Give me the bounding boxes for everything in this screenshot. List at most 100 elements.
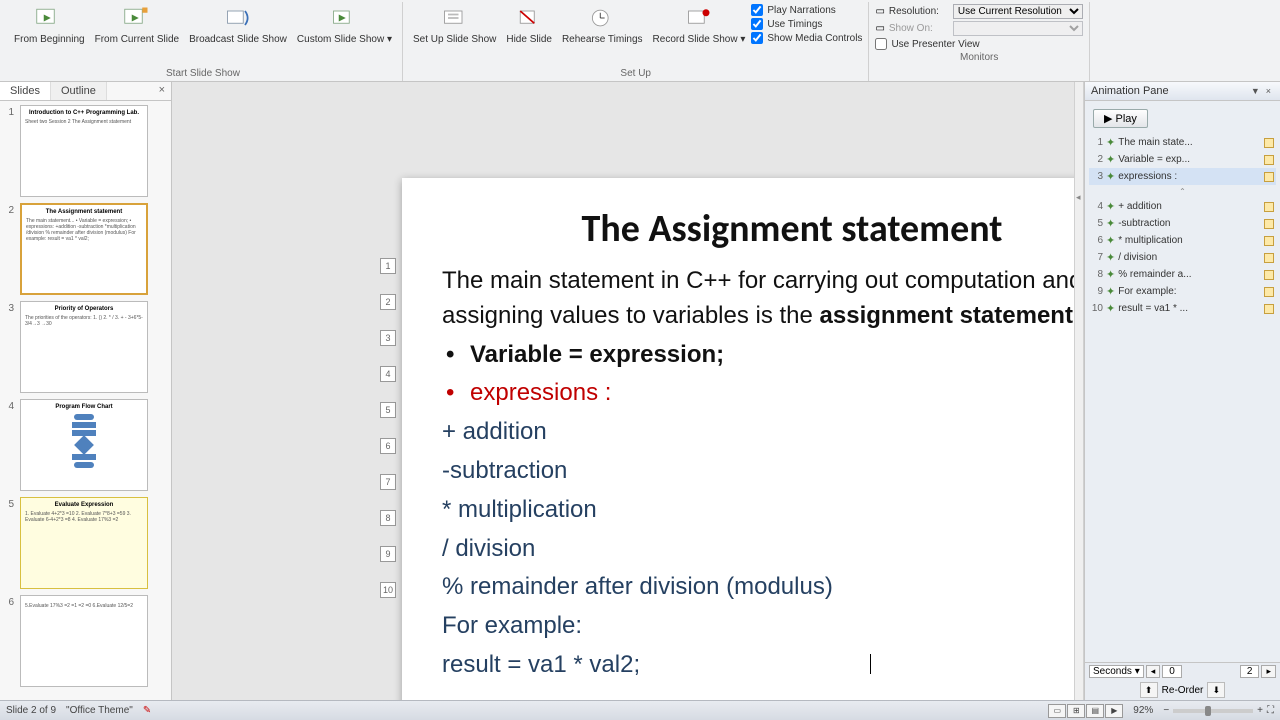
clock-icon [586, 4, 618, 32]
bullet-expressions: expressions : [442, 376, 1074, 411]
anim-pane-dropdown[interactable]: ▼ [1248, 86, 1263, 96]
slide-title[interactable]: The Assignment statement [442, 206, 1074, 252]
anim-duration-bar [1264, 138, 1274, 148]
text-cursor [870, 654, 871, 674]
slide-body[interactable]: The main statement in C++ for carrying o… [442, 264, 1074, 683]
rehearse-button[interactable]: Rehearse Timings [558, 2, 647, 47]
resolution-label: Resolution: [889, 6, 949, 17]
showon-select[interactable] [953, 21, 1083, 36]
anim-marker[interactable]: 6 [380, 438, 396, 454]
custom-show-button[interactable]: Custom Slide Show ▾ [293, 2, 396, 47]
zoom-fit[interactable]: ⛶ [1267, 705, 1274, 716]
resolution-select[interactable]: Use Current Resolution [953, 4, 1083, 19]
zoom-controls: − + ⛶ [1163, 705, 1274, 716]
anim-item[interactable]: 9✦For example: [1089, 283, 1276, 300]
anim-duration-bar [1264, 172, 1274, 182]
anim-duration-bar [1264, 287, 1274, 297]
slides-panel-close[interactable]: × [153, 82, 171, 100]
custom-show-icon [328, 4, 360, 32]
anim-list[interactable]: 1✦The main state...2✦Variable = exp...3✦… [1085, 132, 1280, 662]
anim-marker[interactable]: 9 [380, 546, 396, 562]
anim-marker[interactable]: 7 [380, 474, 396, 490]
group-label-monitors: Monitors [875, 50, 1082, 65]
zoom-level[interactable]: 92% [1133, 705, 1153, 716]
slide-canvas[interactable]: The Assignment statement The main statem… [402, 178, 1074, 700]
tab-outline[interactable]: Outline [51, 82, 107, 100]
anim-play-row: ▶ Play [1093, 109, 1272, 128]
seconds-button[interactable]: Seconds ▾ [1089, 665, 1144, 678]
anim-marker[interactable]: 1 [380, 258, 396, 274]
ribbon-group-setup: Set Up Slide Show Hide Slide Rehearse Ti… [403, 2, 869, 81]
tab-slides[interactable]: Slides [0, 82, 51, 100]
slide-thumb-item[interactable]: 4Program Flow Chart [4, 399, 167, 491]
play-narrations-check[interactable]: Play Narrations [751, 4, 862, 16]
anim-item[interactable]: 7✦/ division [1089, 249, 1276, 266]
play-button[interactable]: ▶ Play [1093, 109, 1148, 128]
anim-item[interactable]: 1✦The main state... [1089, 134, 1276, 151]
anim-item[interactable]: 3✦expressions : [1089, 168, 1276, 185]
animation-pane: Animation Pane ▼ × ▶ Play 1✦The main sta… [1084, 82, 1280, 700]
anim-item[interactable]: 5✦-subtraction [1089, 215, 1276, 232]
broadcast-button[interactable]: Broadcast Slide Show [185, 2, 291, 47]
hide-slide-button[interactable]: Hide Slide [502, 2, 556, 47]
from-beginning-button[interactable]: From Beginning [10, 2, 89, 47]
timeline-end: 2 [1240, 665, 1260, 678]
line-result: result = va1 * val2; [442, 648, 1074, 683]
slide-editor[interactable]: 1 2 3 4 5 6 7 8 9 10 The Assignment statement The… [172, 82, 1074, 700]
zoom-in[interactable]: + [1257, 705, 1263, 716]
presenter-view-check[interactable]: Use Presenter View [875, 38, 1082, 50]
slide-thumb-item[interactable]: 1Introduction to C++ Programming Lab.She… [4, 105, 167, 197]
anim-item[interactable]: 10✦result = va1 * ... [1089, 300, 1276, 317]
anim-item[interactable]: 2✦Variable = exp... [1089, 151, 1276, 168]
star-icon: ✦ [1106, 285, 1115, 298]
reading-view-button[interactable]: ▤ [1086, 704, 1104, 718]
timeline-next[interactable]: ▸ [1261, 665, 1276, 678]
slide-thumb-item[interactable]: 5Evaluate Expression1. Evaluate 4+2*3 =1… [4, 497, 167, 589]
record-button[interactable]: Record Slide Show ▾ [649, 2, 750, 47]
timeline-prev[interactable]: ◂ [1146, 665, 1161, 678]
anim-marker[interactable]: 10 [380, 582, 396, 598]
anim-duration-bar [1264, 270, 1274, 280]
anim-marker[interactable]: 3 [380, 330, 396, 346]
setup-checks: Play Narrations Use Timings Show Media C… [751, 2, 862, 44]
slide-thumb-item[interactable]: 2The Assignment statementThe main statem… [4, 203, 167, 295]
reorder-down[interactable]: ⬇ [1207, 682, 1225, 698]
star-icon: ✦ [1106, 302, 1115, 315]
setup-show-button[interactable]: Set Up Slide Show [409, 2, 500, 47]
anim-pane-close[interactable]: × [1263, 86, 1274, 96]
slideshow-view-button[interactable]: ▶ [1105, 704, 1123, 718]
star-icon: ✦ [1106, 136, 1115, 149]
anim-item[interactable]: 4✦+ addition [1089, 198, 1276, 215]
spellcheck-icon[interactable]: ✎ [143, 705, 151, 716]
star-icon: ✦ [1106, 234, 1115, 247]
show-media-check[interactable]: Show Media Controls [751, 32, 862, 44]
bullet-var-expr: Variable = expression; [442, 338, 1074, 373]
line-example: For example: [442, 609, 1074, 644]
line-division: / division [442, 532, 1074, 567]
collapse-strip[interactable] [1074, 82, 1084, 700]
sorter-view-button[interactable]: ⊞ [1067, 704, 1085, 718]
use-timings-check[interactable]: Use Timings [751, 18, 862, 30]
zoom-slider[interactable] [1173, 709, 1253, 713]
normal-view-button[interactable]: ▭ [1048, 704, 1066, 718]
line-modulus: % remainder after division (modulus) [442, 570, 1074, 605]
anim-footer: Seconds ▾ ◂ 0 2 ▸ ⬆ Re-Order ⬇ [1085, 662, 1280, 700]
slides-tabs: Slides Outline × [0, 82, 171, 101]
anim-duration-bar [1264, 202, 1274, 212]
reorder-up[interactable]: ⬆ [1140, 682, 1158, 698]
anim-expand-icon[interactable]: ⌃ [1089, 185, 1276, 198]
slide-thumb-item[interactable]: 3Priority of OperatorsThe priorities of … [4, 301, 167, 393]
zoom-out[interactable]: − [1163, 705, 1169, 716]
anim-item[interactable]: 8✦% remainder a... [1089, 266, 1276, 283]
timeline-start: 0 [1162, 665, 1182, 678]
record-icon [683, 4, 715, 32]
anim-marker[interactable]: 5 [380, 402, 396, 418]
from-current-button[interactable]: From Current Slide [91, 2, 183, 47]
line-multiplication: * multiplication [442, 493, 1074, 528]
anim-marker[interactable]: 8 [380, 510, 396, 526]
anim-marker[interactable]: 4 [380, 366, 396, 382]
anim-item[interactable]: 6✦* multiplication [1089, 232, 1276, 249]
anim-marker[interactable]: 2 [380, 294, 396, 310]
slide-thumb-item[interactable]: 65.Evaluate 17%3 =2 =1 =2 =0 6.Evaluate … [4, 595, 167, 687]
slides-list[interactable]: 1Introduction to C++ Programming Lab.She… [0, 101, 171, 700]
